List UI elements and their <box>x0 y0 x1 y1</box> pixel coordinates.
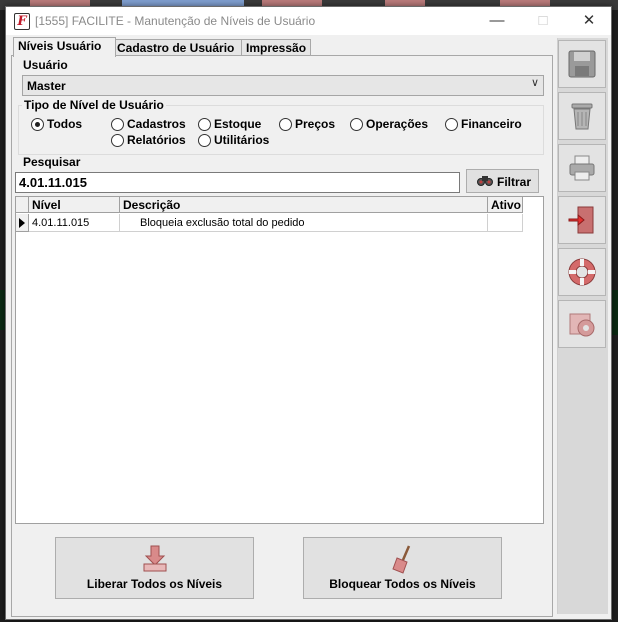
help-button[interactable] <box>558 248 606 296</box>
window-title: [1555] FACILITE - Manutenção de Níveis d… <box>35 14 316 28</box>
action-sidebar <box>557 38 608 614</box>
download-tray-icon <box>143 545 166 572</box>
radio-label: Cadastros <box>127 117 186 131</box>
trash-icon <box>571 103 593 130</box>
column-header-nivel[interactable]: Nível <box>29 197 120 213</box>
settings-button[interactable] <box>558 300 606 348</box>
cell-descricao[interactable]: Bloqueia exclusão total do pedido <box>120 214 488 232</box>
bloquear-todos-label: Bloquear Todos os Níveis <box>329 577 476 591</box>
minimize-button[interactable]: — <box>474 7 520 35</box>
radio-dot <box>198 134 211 147</box>
tipo-nivel-title: Tipo de Nível de Usuário <box>22 98 166 112</box>
save-button[interactable] <box>558 40 606 88</box>
app-icon: F <box>14 13 30 30</box>
liberar-todos-button[interactable]: Liberar Todos os Níveis <box>55 537 254 599</box>
tab-cadastro-usuario[interactable]: Cadastro de Usuário <box>112 39 242 56</box>
filter-button-label: Filtrar <box>497 175 532 189</box>
usuario-selected-value: Master <box>27 79 66 93</box>
delete-button[interactable] <box>558 92 606 140</box>
printer-icon <box>569 155 595 181</box>
pesquisar-label: Pesquisar <box>23 155 81 169</box>
radio-dot <box>111 134 124 147</box>
search-input-value: 4.01.11.015 <box>19 175 87 190</box>
cell-nivel[interactable]: 4.01.11.015 <box>29 214 120 232</box>
current-row-indicator-icon <box>16 214 29 232</box>
maximize-button[interactable]: □ <box>520 7 566 35</box>
usuario-label: Usuário <box>23 58 68 72</box>
title-bar: F [1555] FACILITE - Manutenção de Níveis… <box>6 7 611 35</box>
filter-button[interactable]: Filtrar <box>466 169 539 193</box>
radio-label: Utilitários <box>214 133 270 147</box>
tab-niveis-usuario[interactable]: Níveis Usuário <box>13 37 116 57</box>
radio-label: Operações <box>366 117 429 131</box>
radio-dot <box>279 118 292 131</box>
search-input[interactable]: 4.01.11.015 <box>15 172 460 193</box>
close-button[interactable]: ✕ <box>566 7 612 35</box>
broom-icon <box>391 545 410 574</box>
chevron-down-icon: ∨ <box>530 77 539 89</box>
lifebuoy-icon <box>568 258 596 286</box>
radio-dot <box>350 118 363 131</box>
bloquear-todos-button[interactable]: Bloquear Todos os Níveis <box>303 537 502 599</box>
exit-button[interactable] <box>558 196 606 244</box>
grid-corner <box>16 197 29 213</box>
cell-ativo[interactable] <box>488 214 523 232</box>
radio-label: Financeiro <box>461 117 522 131</box>
radio-label: Todos <box>47 117 83 131</box>
tab-impressao[interactable]: Impressão <box>241 39 311 56</box>
save-icon <box>568 50 596 78</box>
settings-icon <box>569 313 595 337</box>
radio-dot <box>111 118 124 131</box>
radio-dot <box>198 118 211 131</box>
binoculars-icon <box>477 176 493 186</box>
main-window: F [1555] FACILITE - Manutenção de Níveis… <box>5 6 612 620</box>
column-header-ativo[interactable]: Ativo <box>488 197 523 213</box>
levels-grid: Nível Descrição Ativo 4.01.11.015 Bloque… <box>15 196 544 524</box>
radio-label: Estoque <box>214 117 262 131</box>
radio-dot <box>445 118 458 131</box>
usuario-select[interactable]: Master ∨ <box>22 75 544 96</box>
radio-label: Relatórios <box>127 133 186 147</box>
radio-dot <box>31 118 44 131</box>
print-button[interactable] <box>558 144 606 192</box>
radio-label: Preços <box>295 117 336 131</box>
exit-door-icon <box>568 206 594 234</box>
liberar-todos-label: Liberar Todos os Níveis <box>86 577 223 591</box>
column-header-descricao[interactable]: Descrição <box>120 197 488 213</box>
